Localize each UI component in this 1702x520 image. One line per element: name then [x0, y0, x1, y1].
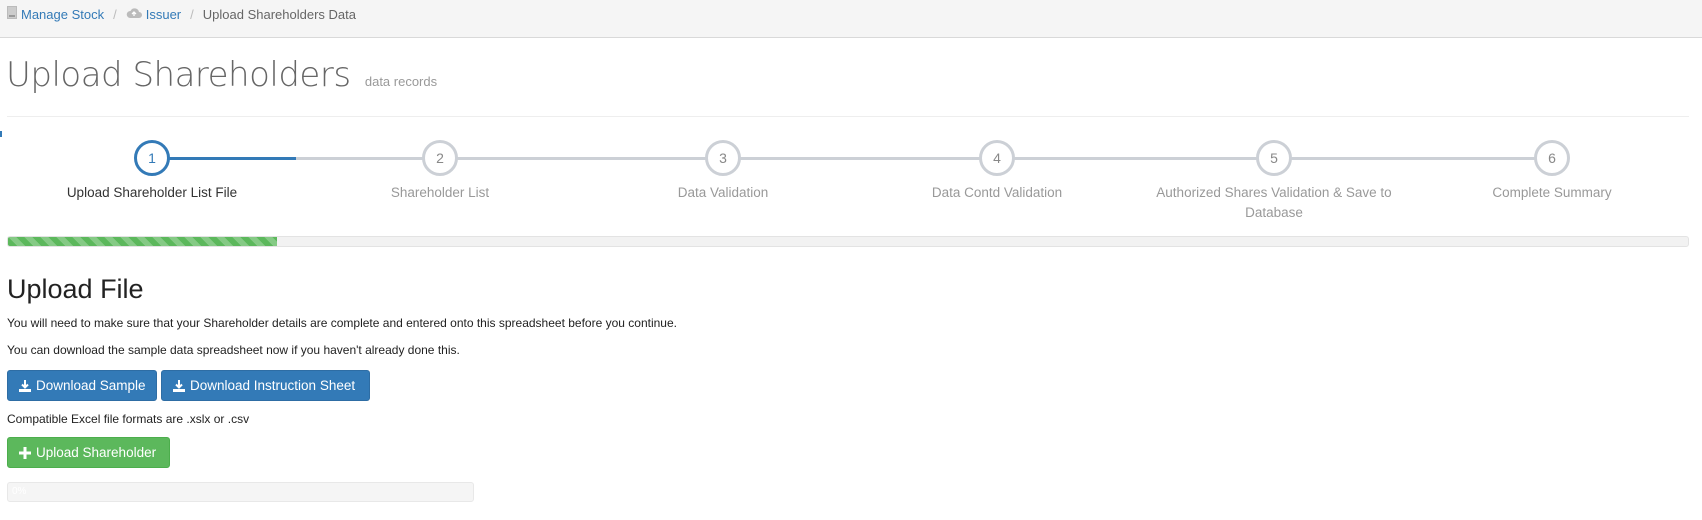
breadcrumb-issuer[interactable]: Issuer: [146, 7, 181, 22]
wizard-step-2[interactable]: 2 Shareholder List: [320, 140, 560, 203]
wizard-step-5[interactable]: 5 Authorized Shares Validation & Save to…: [1154, 140, 1394, 223]
download-note: You can download the sample data spreads…: [7, 343, 460, 357]
download-icon: [19, 379, 31, 392]
cloud-icon: [126, 7, 142, 22]
page-title: Upload Shareholders data records: [6, 55, 437, 95]
wizard-step-1[interactable]: 1 Upload Shareholder List File: [32, 140, 272, 203]
plus-icon: [19, 446, 31, 459]
upload-progress-text: 0%: [12, 486, 27, 497]
wizard-progress-fill: [8, 237, 277, 246]
download-sample-button[interactable]: Download Sample: [7, 370, 157, 401]
breadcrumb-bar: Manage Stock / Issuer / Upload Sharehold…: [0, 0, 1702, 38]
step-label: Data Contd Validation: [931, 185, 1063, 200]
breadcrumb: Manage Stock / Issuer / Upload Sharehold…: [7, 6, 356, 22]
step-circle: 1: [134, 140, 170, 176]
step-circle: 3: [705, 140, 741, 176]
section-title: Upload File: [7, 274, 144, 304]
instruction-text: You will need to make sure that your Sha…: [7, 316, 677, 330]
upload-shareholder-button[interactable]: Upload Shareholder: [7, 437, 170, 468]
step-label: Complete Summary: [1492, 185, 1612, 200]
page-title-text: Upload Shareholders: [6, 55, 351, 95]
download-instruction-sheet-button[interactable]: Download Instruction Sheet: [161, 370, 370, 401]
focus-marker: [0, 131, 2, 137]
divider: [7, 116, 1689, 117]
wizard-progress-bar: [7, 236, 1689, 247]
breadcrumb-current: Upload Shareholders Data: [202, 6, 356, 22]
document-icon: [7, 6, 17, 22]
wizard-step-4[interactable]: 4 Data Contd Validation: [877, 140, 1117, 203]
step-label: Data Validation: [677, 185, 769, 200]
step-label: Shareholder List: [390, 185, 490, 200]
page-subtitle: data records: [364, 74, 438, 89]
upload-progress-bar: 0%: [7, 482, 474, 502]
breadcrumb-separator: /: [113, 6, 117, 22]
step-circle: 6: [1534, 140, 1570, 176]
step-circle: 2: [422, 140, 458, 176]
wizard-step-3[interactable]: 3 Data Validation: [603, 140, 843, 203]
step-label: Authorized Shares Validation & Save to D…: [1156, 185, 1392, 220]
upload-shareholder-label: Upload Shareholder: [36, 445, 157, 460]
formats-note: Compatible Excel file formats are .xslx …: [7, 412, 250, 426]
download-icon: [173, 379, 185, 392]
wizard-step-6[interactable]: 6 Complete Summary: [1432, 140, 1672, 203]
step-label: Upload Shareholder List File: [66, 185, 238, 200]
download-instruction-sheet-label: Download Instruction Sheet: [190, 378, 356, 393]
download-sample-label: Download Sample: [36, 378, 146, 393]
wizard-steps: 1 Upload Shareholder List File 2 Shareho…: [0, 140, 1702, 220]
breadcrumb-manage-stock[interactable]: Manage Stock: [21, 7, 104, 22]
step-circle: 4: [979, 140, 1015, 176]
breadcrumb-separator: /: [190, 6, 194, 22]
step-circle: 5: [1256, 140, 1292, 176]
